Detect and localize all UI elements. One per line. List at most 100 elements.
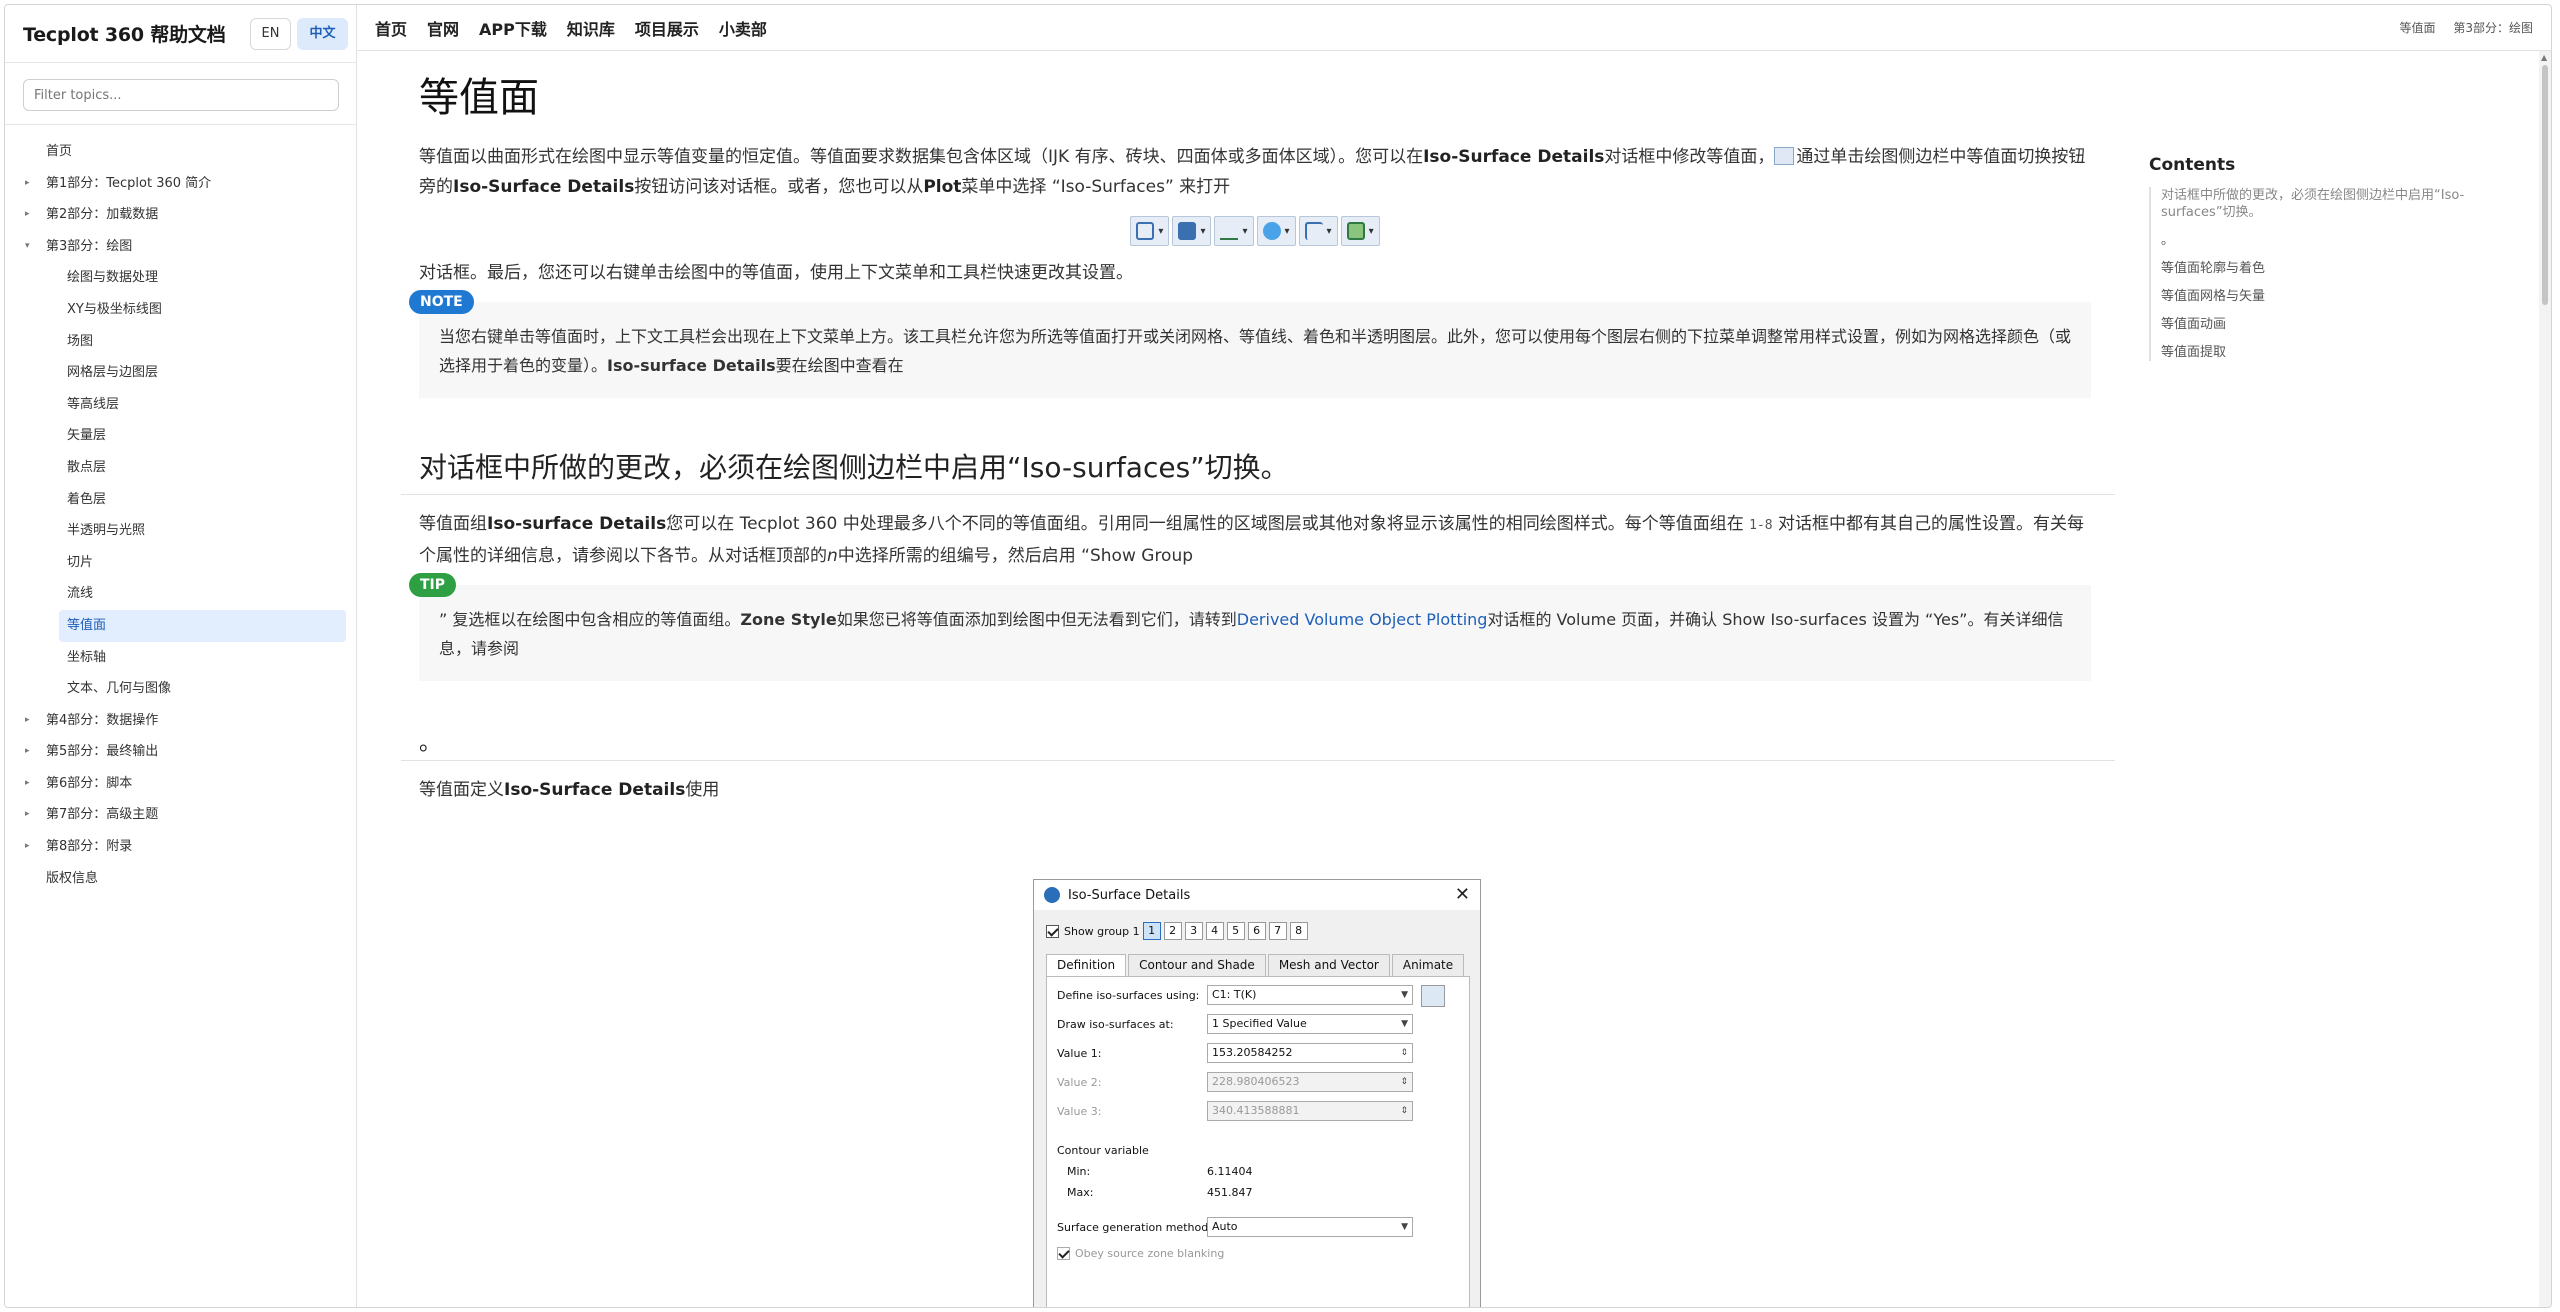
- sidebar-item-label: 等值面: [67, 617, 107, 633]
- sidebar-item[interactable]: ▸ 第4部分：数据操作: [5, 705, 356, 737]
- sidebar: Tecplot 360 帮助文档 EN 中文 首页 ▸ 第1部分：Tecplot 3…: [5, 5, 357, 1307]
- sidebar-item-label: 首页: [46, 144, 73, 159]
- sidebar-item[interactable]: 切片: [5, 547, 356, 579]
- chevron-down-icon[interactable]: ▾: [25, 231, 30, 263]
- sidebar-item[interactable]: 首页: [5, 136, 356, 168]
- draw-label: Draw iso-surfaces at:: [1057, 1018, 1174, 1031]
- max-value: 451.847: [1207, 1186, 1253, 1199]
- page-scrollbar[interactable]: ▲: [2539, 51, 2551, 1307]
- toc-item[interactable]: 等值面网格与矢量: [2161, 288, 2529, 305]
- sidebar-item-label: 第7部分：高级主题: [46, 807, 159, 823]
- toc-title: Contents: [2149, 155, 2236, 175]
- breadcrumb: 等值面 第3部分：绘图: [2386, 5, 2533, 51]
- sidebar-item-label: 文本、几何与图像: [67, 681, 172, 697]
- sidebar-item-label: 第2部分：加载数据: [46, 207, 159, 223]
- sidebar-item[interactable]: XY与极坐标线图: [5, 294, 356, 326]
- app-window: Tecplot 360 帮助文档 EN 中文 首页 ▸ 第1部分：Tecplot 3…: [4, 4, 2552, 1308]
- sidebar-item[interactable]: ▸ 第1部分：Tecplot 360 简介: [5, 168, 356, 200]
- sidebar-item-label: 第6部分：脚本: [46, 775, 133, 791]
- breadcrumb-parent[interactable]: 第3部分：绘图: [2453, 21, 2533, 35]
- translucency-icon: ▾: [1340, 216, 1380, 246]
- sidebar-item-label: 切片: [67, 554, 94, 570]
- sidebar-item[interactable]: 半透明与光照: [5, 515, 356, 547]
- value-2-label: Value 2:: [1057, 1076, 1102, 1089]
- sidebar-item-label: 第1部分：Tecplot 360 简介: [46, 175, 212, 191]
- sidebar-item[interactable]: 等值面: [59, 609, 346, 642]
- lang-zh-button[interactable]: 中文: [297, 17, 348, 50]
- sidebar-item[interactable]: ▸ 第5部分：最终输出: [5, 736, 356, 768]
- value-3-field: 340.413588881 ⇕: [1207, 1101, 1413, 1121]
- mesh-icon: ▾: [1130, 216, 1170, 246]
- group-2-button: 2: [1163, 922, 1182, 940]
- derived-volume-object-plotting-link[interactable]: Derived Volume Object Plotting: [1237, 610, 1488, 629]
- toc-item[interactable]: 等值面轮廓与着色: [2161, 260, 2529, 277]
- nav-link-app-download[interactable]: APP下载: [479, 16, 547, 40]
- sidebar-item-label: 第8部分：附录: [46, 839, 133, 855]
- tab-contour-and-shade: Contour and Shade: [1128, 954, 1266, 976]
- group-8-button: 8: [1289, 922, 1308, 940]
- sidebar-item[interactable]: 网格层与边图层: [5, 357, 356, 389]
- close-icon: ✕: [1454, 884, 1470, 905]
- group-1-button: 1: [1142, 922, 1161, 940]
- chevron-right-icon[interactable]: ▸: [25, 831, 30, 863]
- sidebar-item[interactable]: 场图: [5, 326, 356, 358]
- breadcrumb-current[interactable]: 等值面: [2400, 21, 2436, 35]
- sidebar-item-label: 坐标轴: [67, 649, 107, 665]
- lang-en-button[interactable]: EN: [249, 17, 292, 50]
- define-label: Define iso-surfaces using:: [1057, 989, 1200, 1002]
- section-heading: 对话框中所做的更改，必须在绘图侧边栏中启用“Iso-surfaces”切换。: [401, 446, 2115, 495]
- toc-item[interactable]: 等值面提取: [2161, 344, 2529, 361]
- sidebar-item[interactable]: 坐标轴: [5, 642, 356, 674]
- sidebar-item[interactable]: 散点层: [5, 452, 356, 484]
- tab-definition: Definition: [1046, 954, 1127, 976]
- sidebar-item[interactable]: 版权信息: [5, 863, 356, 895]
- chevron-right-icon[interactable]: ▸: [25, 736, 30, 768]
- show-group-row: Show group 1 1 2 3 4 5 6 7 8: [1046, 922, 1308, 940]
- sidebar-item[interactable]: 流线: [5, 578, 356, 610]
- site-title[interactable]: Tecplot 360 帮助文档: [23, 20, 226, 47]
- edge-icon: ▾: [1298, 216, 1338, 246]
- sidebar-item-label: 散点层: [67, 459, 107, 475]
- scrollbar-thumb[interactable]: [2542, 65, 2548, 305]
- toc-item[interactable]: 等值面动画: [2161, 316, 2529, 333]
- sidebar-item[interactable]: ▾ 第3部分：绘图: [5, 231, 356, 263]
- sidebar-item[interactable]: ▸ 第8部分：附录: [5, 831, 356, 863]
- sidebar-item[interactable]: 矢量层: [5, 420, 356, 452]
- min-value: 6.11404: [1207, 1165, 1253, 1178]
- obey-blanking-checkbox: [1057, 1247, 1070, 1260]
- sidebar-header: Tecplot 360 帮助文档 EN 中文: [5, 5, 356, 63]
- dialog-titlebar: Iso-Surface Details ✕: [1034, 880, 1480, 910]
- chevron-right-icon[interactable]: ▸: [25, 168, 30, 200]
- sidebar-item[interactable]: 文本、几何与图像: [5, 673, 356, 705]
- chevron-right-icon[interactable]: ▸: [25, 799, 30, 831]
- nav-link-projects[interactable]: 项目展示: [635, 16, 699, 40]
- toc-item[interactable]: 对话框中所做的更改，必须在绘图侧边栏中启用“Iso-surfaces”切换。: [2161, 187, 2529, 221]
- chevron-right-icon[interactable]: ▸: [25, 199, 30, 231]
- definition-paragraph: 等值面定义Iso-Surface Details使用: [419, 780, 720, 800]
- method-select: Auto ▼: [1207, 1217, 1413, 1237]
- nav-link-official-site[interactable]: 官网: [427, 16, 459, 40]
- sidebar-item[interactable]: 等高线层: [5, 389, 356, 421]
- sidebar-item[interactable]: 绘图与数据处理: [5, 262, 356, 294]
- sidebar-item-label: 流线: [67, 586, 94, 602]
- filter-topics-input[interactable]: [23, 79, 339, 111]
- sidebar-item[interactable]: ▸ 第6部分：脚本: [5, 768, 356, 800]
- tecplot-logo-icon: [1044, 887, 1060, 903]
- scroll-up-icon[interactable]: ▲: [2541, 53, 2547, 62]
- toc-item[interactable]: 。: [2161, 232, 2529, 249]
- group-7-button: 7: [1268, 922, 1287, 940]
- nav-link-knowledge-base[interactable]: 知识库: [567, 16, 615, 40]
- group-4-button: 4: [1205, 922, 1224, 940]
- nav-link-home[interactable]: 首页: [375, 16, 407, 40]
- section-heading-2: 。: [401, 725, 2115, 761]
- method-label: Surface generation method:: [1057, 1221, 1212, 1234]
- chevron-right-icon[interactable]: ▸: [25, 768, 30, 800]
- sidebar-item[interactable]: 着色层: [5, 484, 356, 516]
- topic-tree: 首页 ▸ 第1部分：Tecplot 360 简介 ▸ 第2部分：加载数据 ▾ 第3部分：绘图…: [5, 125, 356, 894]
- article: 等值面 等值面以曲面形式在绘图中显示等值变量的恒定值。等值面要求数据集包含体区域…: [401, 51, 2115, 805]
- sidebar-item[interactable]: ▸ 第7部分：高级主题: [5, 799, 356, 831]
- sidebar-item[interactable]: ▸ 第2部分：加载数据: [5, 199, 356, 231]
- chevron-right-icon[interactable]: ▸: [25, 705, 30, 737]
- nav-link-shop[interactable]: 小卖部: [719, 16, 767, 40]
- dialog-tabs: Definition Contour and Shade Mesh and Ve…: [1046, 954, 1466, 976]
